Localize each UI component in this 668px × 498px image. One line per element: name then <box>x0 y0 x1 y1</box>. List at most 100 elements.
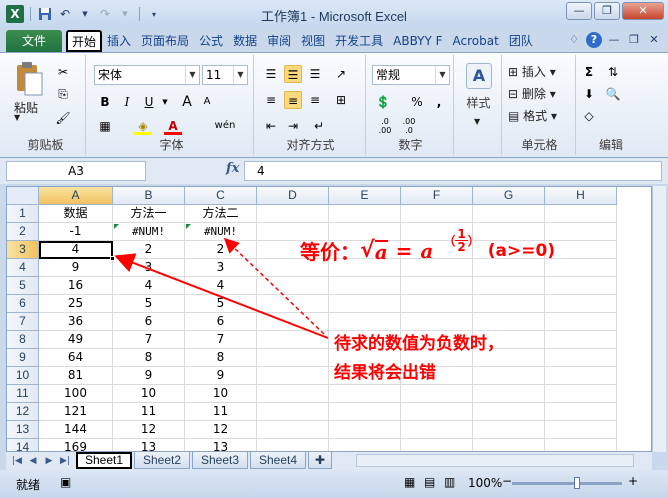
cell-a6[interactable]: 25 <box>39 295 113 313</box>
cell-h11[interactable] <box>545 385 617 403</box>
row-header[interactable]: 13 <box>7 421 39 439</box>
cell-g1[interactable] <box>473 205 545 223</box>
delete-cells-button[interactable]: ⊟ 删除 ▾ <box>508 85 556 102</box>
close-button[interactable]: ✕ <box>622 2 664 20</box>
cell-e6[interactable] <box>329 295 401 313</box>
cell-c9[interactable]: 8 <box>185 349 257 367</box>
page-layout-view-icon[interactable]: ▤ <box>424 475 435 489</box>
error-indicator-icon[interactable] <box>114 224 119 229</box>
cell-e5[interactable] <box>329 277 401 295</box>
cut-icon[interactable]: ✂ <box>54 63 72 81</box>
cell-b10[interactable]: 9 <box>113 367 185 385</box>
row-header[interactable]: 2 <box>7 223 39 241</box>
align-left-icon[interactable]: ≡ <box>262 91 280 109</box>
cell-a12[interactable]: 121 <box>39 403 113 421</box>
cell-d7[interactable] <box>257 313 329 331</box>
cell-h4[interactable] <box>545 259 617 277</box>
tab-data[interactable]: 数据 <box>228 30 262 52</box>
cell-b14[interactable]: 13 <box>113 439 185 451</box>
cell-e7[interactable] <box>329 313 401 331</box>
cell-d13[interactable] <box>257 421 329 439</box>
cell-a14[interactable]: 169 <box>39 439 113 451</box>
row-header[interactable]: 1 <box>7 205 39 223</box>
cell-b9[interactable]: 8 <box>113 349 185 367</box>
cell-f12[interactable] <box>401 403 473 421</box>
increase-decimal-button[interactable]: .0 .00 <box>374 117 396 135</box>
align-bottom-icon[interactable]: ☰ <box>306 65 324 83</box>
workbook-restore-icon[interactable]: ❐ <box>626 32 642 48</box>
cell-b6[interactable]: 5 <box>113 295 185 313</box>
sheet-tab-sheet1[interactable]: Sheet1 <box>76 452 132 469</box>
chevron-down-icon[interactable]: ▼ <box>185 66 199 84</box>
column-header-f[interactable]: F <box>401 187 473 205</box>
cell-a7[interactable]: 36 <box>39 313 113 331</box>
row-header[interactable]: 4 <box>7 259 39 277</box>
last-sheet-icon[interactable]: ▶| <box>58 454 72 468</box>
paste-dropdown-icon[interactable]: ▼ <box>14 113 20 122</box>
align-right-icon[interactable]: ≡ <box>306 91 324 109</box>
error-indicator-icon[interactable] <box>186 224 191 229</box>
row-header[interactable]: 14 <box>7 439 39 451</box>
borders-icon[interactable]: ▦ <box>96 117 114 135</box>
row-header[interactable]: 5 <box>7 277 39 295</box>
tab-team[interactable]: 团队 <box>504 30 538 52</box>
cell-b8[interactable]: 7 <box>113 331 185 349</box>
styles-icon[interactable]: A <box>466 63 492 89</box>
cell-c6[interactable]: 5 <box>185 295 257 313</box>
tab-home[interactable]: 开始 <box>66 30 103 52</box>
chevron-down-icon[interactable]: ▼ <box>233 66 247 84</box>
zoom-out-icon[interactable]: − <box>502 474 512 488</box>
row-header[interactable]: 11 <box>7 385 39 403</box>
cell-h5[interactable] <box>545 277 617 295</box>
wrap-text-icon[interactable]: ↵ <box>310 117 328 135</box>
increase-indent-icon[interactable]: ⇥ <box>284 117 302 135</box>
align-top-icon[interactable]: ☰ <box>262 65 280 83</box>
cell-h7[interactable] <box>545 313 617 331</box>
tab-acrobat[interactable]: Acrobat <box>448 30 504 52</box>
cell-d5[interactable] <box>257 277 329 295</box>
sheet-tab-sheet3[interactable]: Sheet3 <box>192 452 248 469</box>
percent-button[interactable]: % <box>408 93 426 111</box>
row-header[interactable]: 8 <box>7 331 39 349</box>
cell-a13[interactable]: 144 <box>39 421 113 439</box>
cell-g7[interactable] <box>473 313 545 331</box>
cell-d10[interactable] <box>257 367 329 385</box>
cell-c11[interactable]: 10 <box>185 385 257 403</box>
row-header[interactable]: 12 <box>7 403 39 421</box>
comma-style-button[interactable]: , <box>430 93 448 111</box>
cell-e13[interactable] <box>329 421 401 439</box>
cell-b13[interactable]: 12 <box>113 421 185 439</box>
cell-h6[interactable] <box>545 295 617 313</box>
merge-center-icon[interactable]: ⊞ <box>332 91 350 109</box>
prev-sheet-icon[interactable]: ◀ <box>26 454 40 468</box>
orientation-icon[interactable]: ↗ <box>332 65 350 83</box>
next-sheet-icon[interactable]: ▶ <box>42 454 56 468</box>
clear-icon[interactable]: ◇ <box>580 107 598 125</box>
cell-c12[interactable]: 11 <box>185 403 257 421</box>
row-header[interactable]: 9 <box>7 349 39 367</box>
cell-f7[interactable] <box>401 313 473 331</box>
cell-c8[interactable]: 7 <box>185 331 257 349</box>
zoom-slider[interactable] <box>512 477 622 489</box>
cell-a4[interactable]: 9 <box>39 259 113 277</box>
zoom-level[interactable]: 100% <box>468 476 502 490</box>
format-painter-icon[interactable]: 🖌 <box>54 109 72 127</box>
file-tab[interactable]: 文件 <box>6 30 62 52</box>
row-header[interactable]: 6 <box>7 295 39 313</box>
cell-a5[interactable]: 16 <box>39 277 113 295</box>
font-name-combo[interactable]: 宋体 ▼ <box>94 65 200 85</box>
paste-icon[interactable] <box>14 61 44 97</box>
tab-developer[interactable]: 开发工具 <box>330 30 388 52</box>
cell-h8[interactable] <box>545 331 617 349</box>
cell-b12[interactable]: 11 <box>113 403 185 421</box>
name-box[interactable]: A3 <box>6 161 146 181</box>
chevron-down-icon[interactable]: ▼ <box>435 66 449 84</box>
cell-c13[interactable]: 12 <box>185 421 257 439</box>
sheet-tab-sheet2[interactable]: Sheet2 <box>134 452 190 469</box>
align-center-icon[interactable]: ≡ <box>284 91 302 109</box>
font-size-combo[interactable]: 11 ▼ <box>202 65 248 85</box>
number-format-combo[interactable]: 常规 ▼ <box>372 65 450 85</box>
cell-d8[interactable] <box>257 331 329 349</box>
select-all-corner[interactable] <box>7 187 39 205</box>
cell-h9[interactable] <box>545 349 617 367</box>
